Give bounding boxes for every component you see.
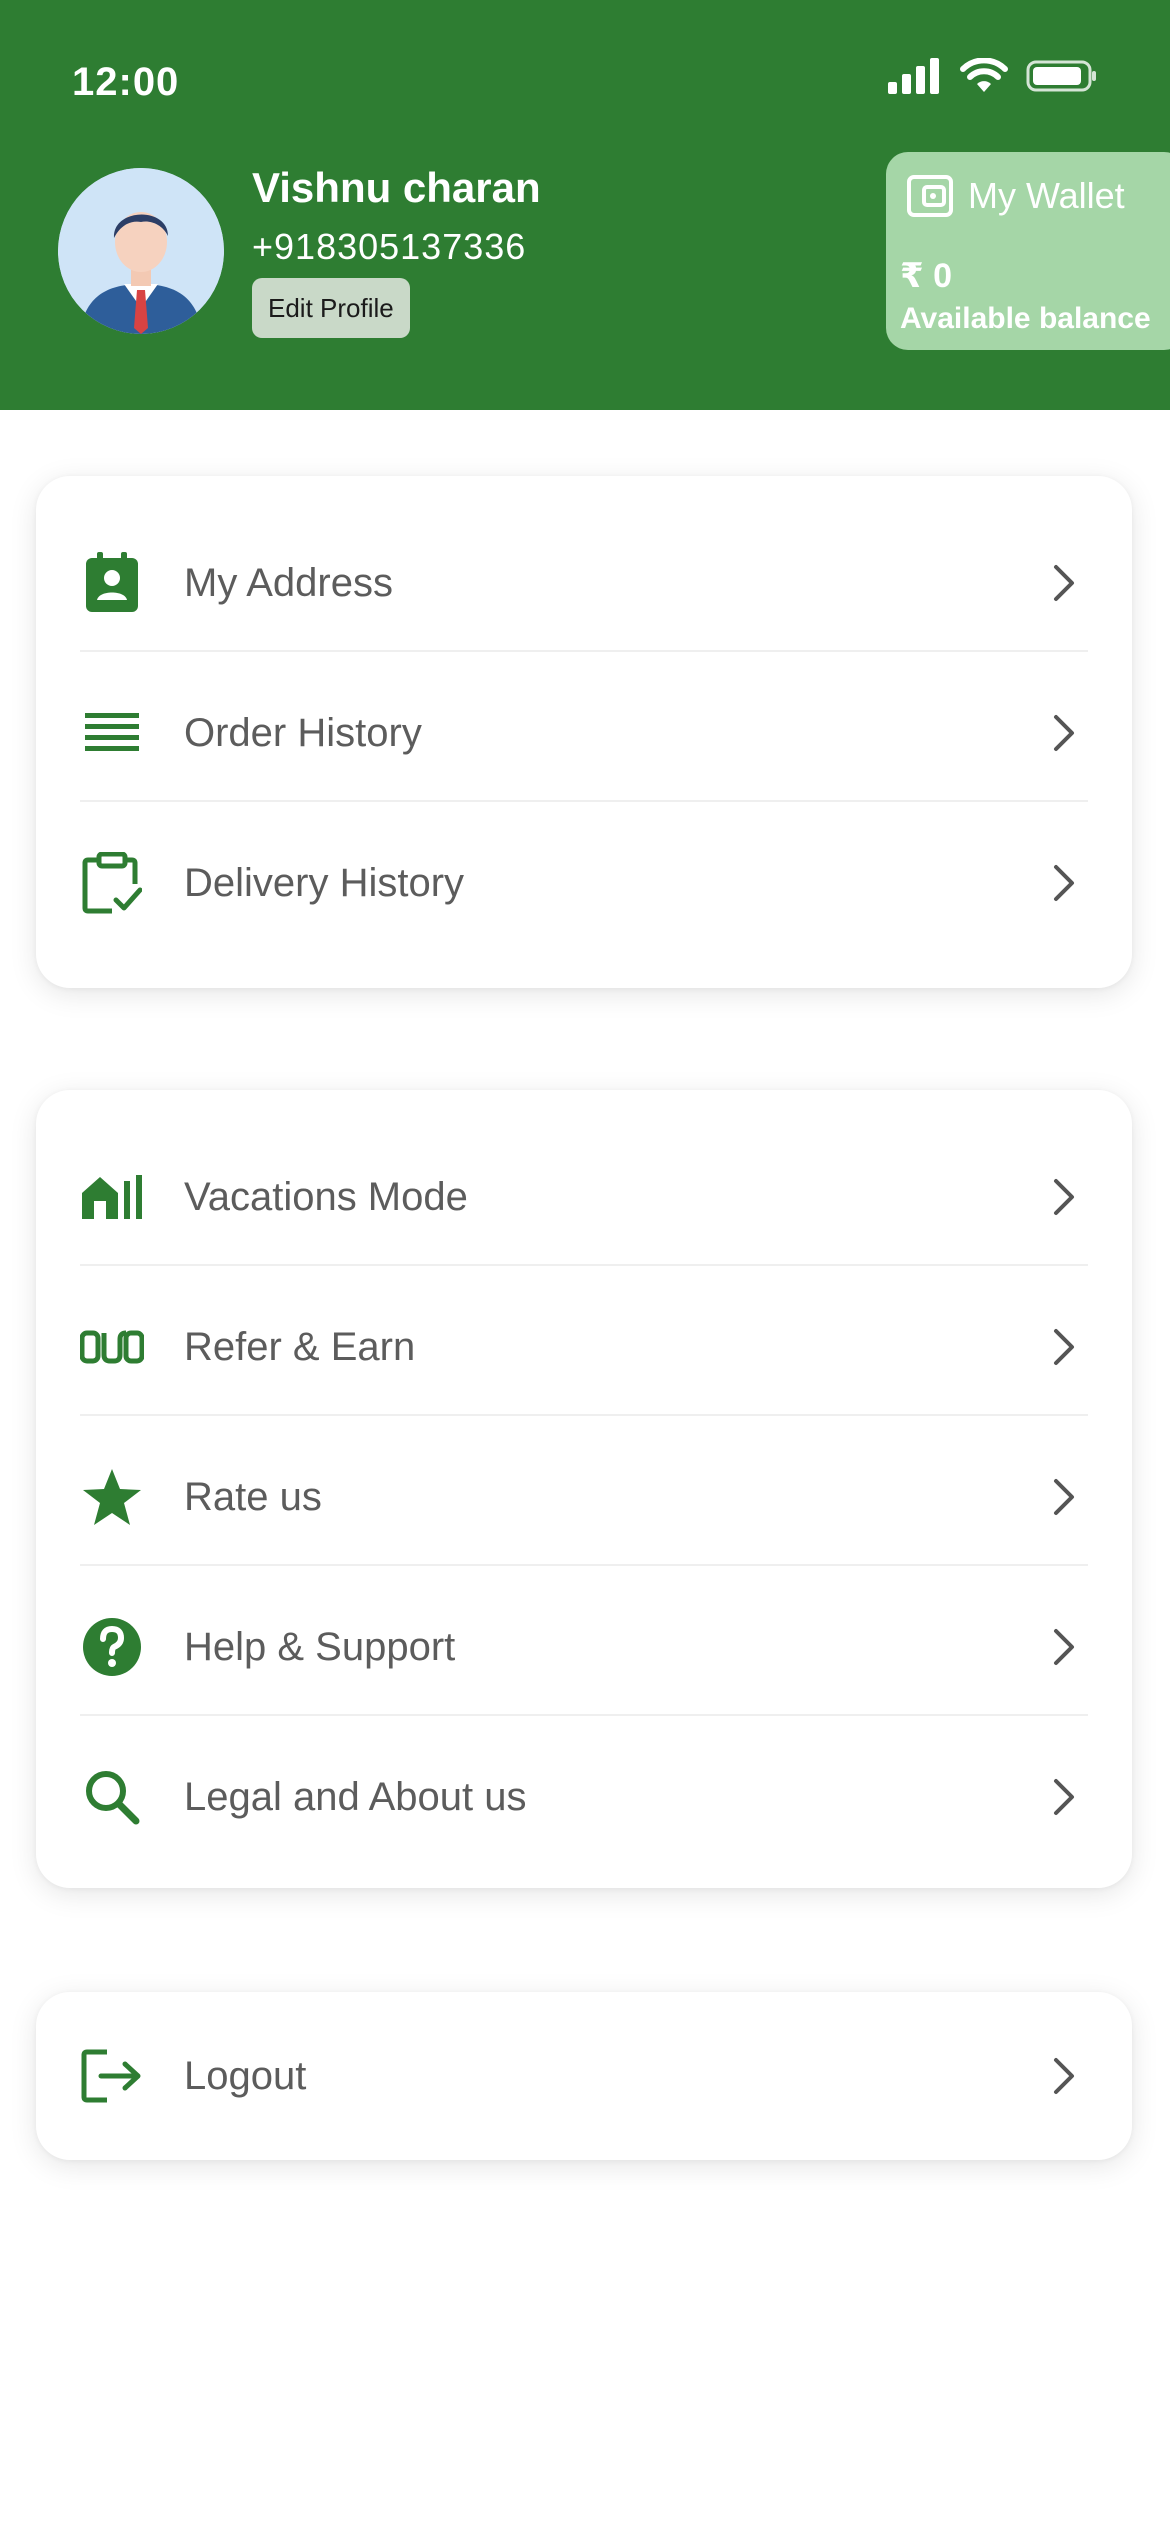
chevron-right-icon (1044, 2056, 1084, 2096)
menu-item-label: Help & Support (184, 1624, 456, 1669)
menu-item-refer-earn[interactable]: Refer & Earn (80, 1272, 1088, 1422)
logout-icon (80, 2044, 144, 2108)
divider (80, 1714, 1088, 1716)
chevron-right-icon (1044, 1627, 1084, 1667)
status-icons (888, 58, 1098, 94)
chevron-right-icon (1044, 1777, 1084, 1817)
menu-item-label: Delivery History (184, 860, 465, 905)
menu-item-label: Legal and About us (184, 1774, 527, 1819)
profile-header: 12:00 Vishnu charan +918305137336 Edit P… (0, 0, 1170, 410)
address-book-icon (80, 551, 144, 615)
star-icon (80, 1465, 144, 1529)
menu-item-rate-us[interactable]: Rate us (80, 1422, 1088, 1572)
status-time: 12:00 (72, 60, 180, 104)
chevron-right-icon (1044, 1477, 1084, 1517)
divider (80, 1564, 1088, 1566)
chevron-right-icon (1044, 1177, 1084, 1217)
battery-icon (1026, 60, 1096, 92)
help-icon (80, 1615, 144, 1679)
menu-item-label: Vacations Mode (184, 1174, 468, 1219)
search-icon (80, 1765, 144, 1829)
wifi-icon (960, 58, 1008, 92)
wallet-balance-caption: Available balance (900, 302, 1151, 335)
menu-item-my-address[interactable]: My Address (80, 508, 1088, 658)
menu-item-label: Refer & Earn (184, 1324, 416, 1369)
list-icon (80, 701, 144, 765)
house-icon (80, 1165, 144, 1229)
menu-item-logout[interactable]: Logout (80, 2001, 1088, 2151)
divider (80, 1264, 1088, 1266)
clipboard-check-icon (80, 851, 144, 915)
avatar[interactable] (58, 168, 224, 334)
menu-item-label: Rate us (184, 1474, 322, 1519)
menu-item-label: My Address (184, 560, 393, 605)
refer-icon (80, 1315, 144, 1379)
chevron-right-icon (1044, 563, 1084, 603)
menu-item-delivery-history[interactable]: Delivery History (80, 808, 1088, 958)
menu-item-vacations-mode[interactable]: Vacations Mode (80, 1122, 1088, 1272)
chevron-right-icon (1044, 713, 1084, 753)
divider (80, 650, 1088, 652)
wallet-title: My Wallet (968, 175, 1125, 216)
logout-card: Logout (36, 1992, 1132, 2160)
signal-icon (888, 58, 939, 94)
wallet-balance: ₹ 0 (900, 257, 953, 295)
menu-item-help-support[interactable]: Help & Support (80, 1572, 1088, 1722)
settings-menu-card: Vacations Mode Refer & Earn Rate us Help… (36, 1090, 1132, 1888)
menu-item-label: Order History (184, 710, 422, 755)
user-name: Vishnu charan (252, 164, 541, 211)
chevron-right-icon (1044, 1327, 1084, 1367)
divider (80, 800, 1088, 802)
wallet-icon (907, 175, 953, 217)
menu-item-legal-about[interactable]: Legal and About us (80, 1722, 1088, 1872)
wallet-card[interactable]: My Wallet ₹ 0 Available balance (886, 152, 1170, 350)
edit-profile-button[interactable]: Edit Profile (252, 278, 410, 338)
account-menu-card: My Address Order History Delivery Histor… (36, 476, 1132, 988)
divider (80, 1414, 1088, 1416)
user-phone: +918305137336 (252, 226, 527, 267)
chevron-right-icon (1044, 863, 1084, 903)
wallet-title-row: My Wallet (906, 174, 1125, 218)
menu-item-label: Logout (184, 2053, 307, 2098)
menu-item-order-history[interactable]: Order History (80, 658, 1088, 808)
